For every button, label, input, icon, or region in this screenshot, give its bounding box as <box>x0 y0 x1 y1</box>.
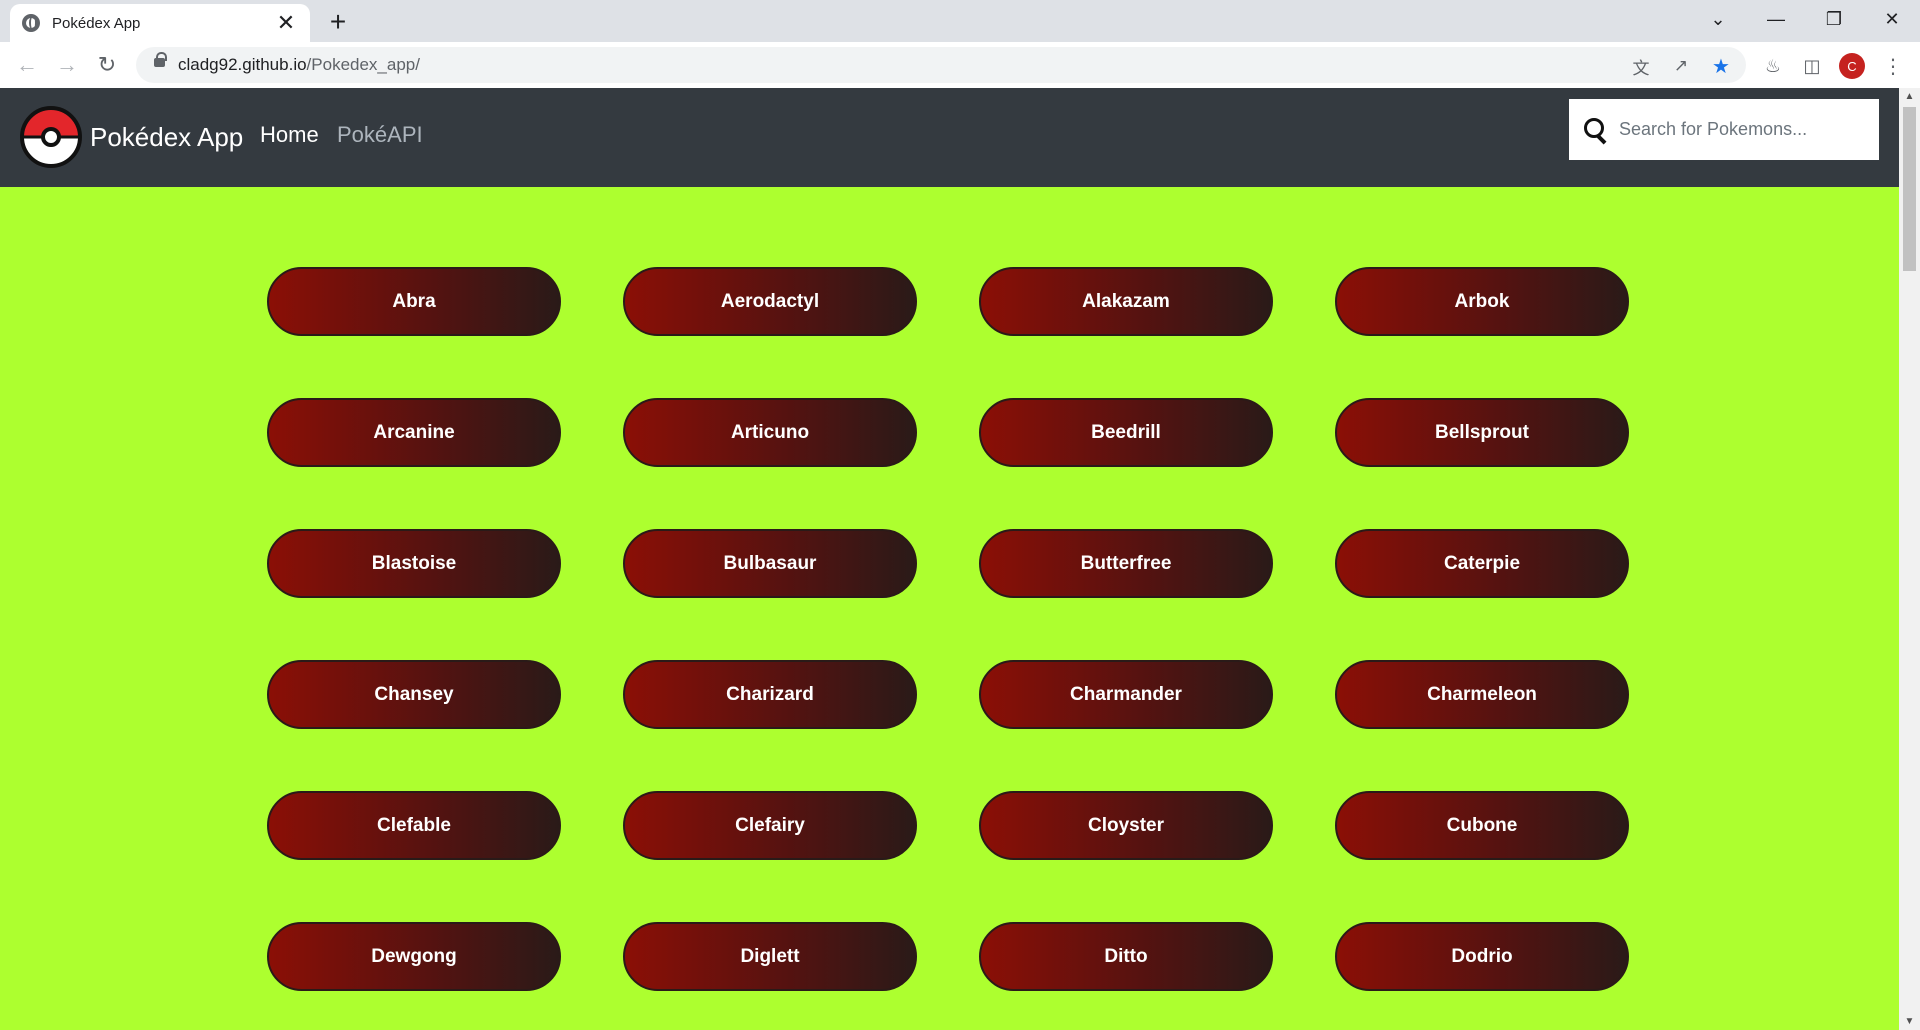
url-host: cladg92.github.io <box>178 55 307 74</box>
pokemon-button[interactable]: Bulbasaur <box>623 529 917 598</box>
restore-button[interactable]: ❐ <box>1806 0 1862 38</box>
back-arrow-icon[interactable]: ← <box>11 49 43 81</box>
side-panel-icon[interactable]: ◫ <box>1799 53 1825 79</box>
bookmark-star-icon[interactable]: ★ <box>1710 55 1732 78</box>
globe-icon <box>22 14 40 32</box>
pokemon-button[interactable]: Caterpie <box>1335 529 1629 598</box>
pokemon-button[interactable]: Cloyster <box>979 791 1273 860</box>
tab-close-icon[interactable]: ✕ <box>274 11 298 35</box>
navbar: Pokédex App Home PokéAPI <box>0 88 1899 187</box>
pokemon-button[interactable]: Articuno <box>623 398 917 467</box>
profile-avatar[interactable]: C <box>1839 53 1865 79</box>
pokemon-button[interactable]: Dodrio <box>1335 922 1629 991</box>
share-icon[interactable]: ↗ <box>1670 55 1692 77</box>
pokemon-button[interactable]: Abra <box>267 267 561 336</box>
reload-icon[interactable]: ↻ <box>91 49 123 81</box>
brand-title: Pokédex App <box>90 121 244 152</box>
pokemon-button[interactable]: Arbok <box>1335 267 1629 336</box>
address-bar[interactable]: cladg92.github.io/Pokedex_app/ 文 ↗ ★ <box>136 47 1746 83</box>
minimize-button[interactable]: — <box>1748 0 1804 38</box>
page-scrollbar[interactable]: ▲ ▼ <box>1899 88 1920 1030</box>
pokemon-button[interactable]: Dewgong <box>267 922 561 991</box>
pokemon-button[interactable]: Chansey <box>267 660 561 729</box>
lock-icon[interactable] <box>154 52 167 67</box>
menu-icon[interactable]: ⋮ <box>1880 53 1906 79</box>
tab-title: Pokédex App <box>52 14 141 32</box>
translate-icon[interactable]: 文 <box>1630 55 1652 78</box>
search-box <box>1569 99 1879 160</box>
pokemon-button[interactable]: Charizard <box>623 660 917 729</box>
tab-search-dropdown-icon[interactable]: ⌄ <box>1690 0 1746 38</box>
pokemon-button[interactable]: Charmeleon <box>1335 660 1629 729</box>
pokemon-button[interactable]: Butterfree <box>979 529 1273 598</box>
pokemon-button[interactable]: Clefable <box>267 791 561 860</box>
pokemon-button[interactable]: Ditto <box>979 922 1273 991</box>
browser-tab[interactable]: Pokédex App ✕ <box>10 4 310 42</box>
scroll-up-arrow-icon[interactable]: ▲ <box>1899 88 1920 105</box>
url-path: /Pokedex_app/ <box>306 55 420 74</box>
pokemon-button[interactable]: Aerodactyl <box>623 267 917 336</box>
forward-arrow-icon[interactable]: → <box>51 49 83 81</box>
scroll-thumb[interactable] <box>1903 107 1916 271</box>
close-window-button[interactable]: ✕ <box>1864 0 1920 38</box>
pokemon-button[interactable]: Charmander <box>979 660 1273 729</box>
pokemon-button[interactable]: Beedrill <box>979 398 1273 467</box>
pokemon-button[interactable]: Arcanine <box>267 398 561 467</box>
pokeball-logo-icon <box>20 106 82 168</box>
nav-link-home[interactable]: Home <box>260 122 319 148</box>
search-input[interactable] <box>1619 119 1869 140</box>
pokemon-button[interactable]: Alakazam <box>979 267 1273 336</box>
scroll-down-arrow-icon[interactable]: ▼ <box>1899 1013 1920 1030</box>
new-tab-button[interactable]: + <box>323 7 353 37</box>
tab-strip: Pokédex App ✕ + ⌄ — ❐ ✕ <box>0 0 1920 42</box>
extensions-icon[interactable]: ♨ <box>1760 53 1786 79</box>
pokemon-button[interactable]: Clefairy <box>623 791 917 860</box>
search-icon <box>1581 115 1611 145</box>
brand[interactable]: Pokédex App <box>20 106 243 168</box>
pokemon-button[interactable]: Blastoise <box>267 529 561 598</box>
browser-toolbar: ← → ↻ cladg92.github.io/Pokedex_app/ 文 ↗… <box>0 42 1920 88</box>
pokemon-grid: Abra Aerodactyl Alakazam Arbok Arcanine Artic… <box>267 267 1633 991</box>
nav-link-pokeapi[interactable]: PokéAPI <box>337 122 423 148</box>
page-viewport: Pokédex App Home PokéAPI AbraAerodactylA… <box>0 88 1899 1030</box>
pokemon-button[interactable]: Cubone <box>1335 791 1629 860</box>
pokemon-button[interactable]: Diglett <box>623 922 917 991</box>
pokemon-button[interactable]: Bellsprout <box>1335 398 1629 467</box>
